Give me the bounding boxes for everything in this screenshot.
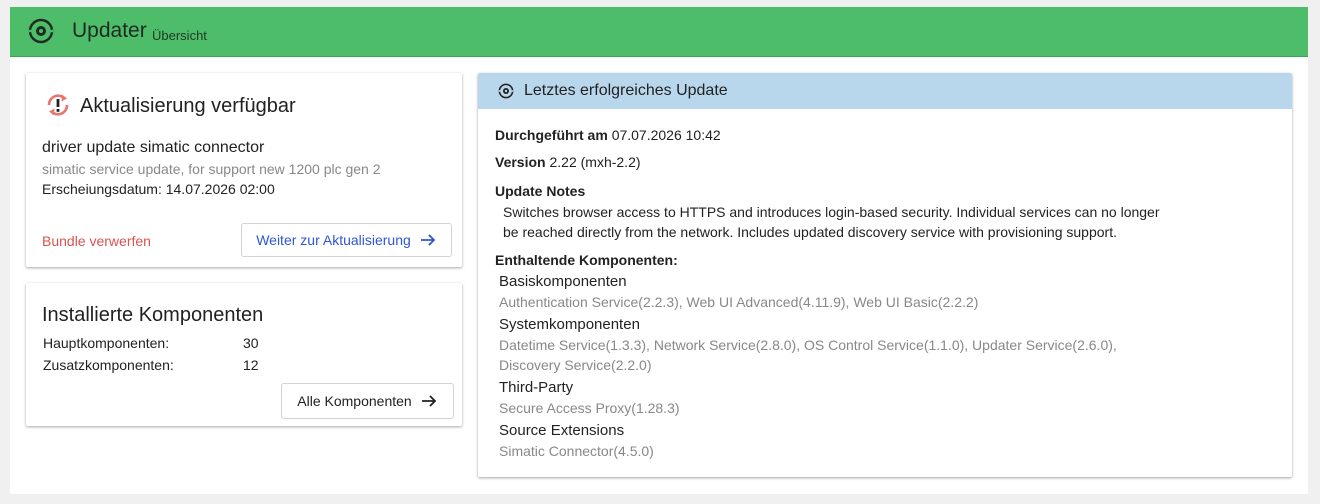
group-items-source-extensions: Simatic Connector(4.5.0) <box>499 443 654 459</box>
last-update-header: Letztes erfolgreiches Update <box>478 73 1292 109</box>
version-value: 2.22 (mxh-2.2) <box>549 154 641 170</box>
group-title-third-party: Third-Party <box>499 379 574 396</box>
performed-row: Durchgeführt am 07.07.2026 10:42 <box>495 127 721 143</box>
group-title-system: Systemkomponenten <box>499 316 640 333</box>
update-notes-text: Switches browser access to HTTPS and int… <box>503 202 1203 242</box>
app-frame: Updater Übersicht Aktualisierung verfügb… <box>10 7 1308 494</box>
all-components-button[interactable]: Alle Komponenten <box>281 383 454 419</box>
group-items-line: Datetime Service(1.3.3), Network Service… <box>499 337 1117 353</box>
installed-components-heading: Installierte Komponenten <box>42 304 264 326</box>
update-notes-label: Update Notes <box>495 183 586 199</box>
arrow-right-icon <box>421 395 436 407</box>
release-date-label: Erscheiungsdatum: <box>42 181 162 197</box>
all-components-label: Alle Komponenten <box>297 393 412 409</box>
release-date-value: 14.07.2026 02:00 <box>165 181 275 197</box>
group-title-source-extensions: Source Extensions <box>499 422 625 439</box>
available-update-heading: Aktualisierung verfügbar <box>80 95 296 117</box>
sync-alert-icon <box>47 94 69 116</box>
extra-components-row: Zusatzkomponenten: 12 <box>43 357 259 373</box>
main-components-row: Hauptkomponenten: 30 <box>43 335 259 351</box>
discard-bundle-button[interactable]: Bundle verwerfen <box>42 233 151 249</box>
main-components-label: Hauptkomponenten: <box>43 335 170 351</box>
update-description: simatic service update, for support new … <box>42 161 381 177</box>
group-items-basis: Authentication Service(2.2.3), Web UI Ad… <box>499 294 979 310</box>
continue-to-update-button[interactable]: Weiter zur Aktualisierung <box>241 223 452 257</box>
available-update-card: Aktualisierung verfügbar driver update s… <box>26 73 462 267</box>
group-title-basis: Basiskomponenten <box>499 273 627 290</box>
performed-label: Durchgeführt am <box>495 127 608 143</box>
installed-components-card: Installierte Komponenten Hauptkomponente… <box>26 283 462 426</box>
updater-logo-icon <box>28 18 54 44</box>
performed-value: 07.07.2026 10:42 <box>611 127 721 143</box>
app-subtitle: Übersicht <box>152 28 207 43</box>
update-name: driver update simatic connector <box>42 139 265 156</box>
update-notes-line: Switches browser access to HTTPS and int… <box>503 204 1160 220</box>
version-label: Version <box>495 154 546 170</box>
extra-components-count: 12 <box>243 357 259 373</box>
update-notes-line: be reached directly from the network. In… <box>503 224 1117 240</box>
main-components-count: 30 <box>243 335 259 351</box>
app-header: Updater Übersicht <box>10 7 1308 57</box>
last-update-card: Letztes erfolgreiches Update Durchgeführ… <box>478 73 1292 477</box>
last-update-heading: Letztes erfolgreiches Update <box>524 82 728 99</box>
app-title: Updater <box>72 19 147 42</box>
group-items-system: Datetime Service(1.3.3), Network Service… <box>499 335 1139 375</box>
group-items-line: Discovery Service(2.2.0) <box>499 357 652 373</box>
arrow-right-icon <box>420 234 436 246</box>
update-release-date: Erscheiungsdatum: 14.07.2026 02:00 <box>42 181 275 197</box>
group-items-third-party: Secure Access Proxy(1.28.3) <box>499 400 680 416</box>
included-components-label: Enthaltende Komponenten: <box>495 252 678 268</box>
continue-to-update-label: Weiter zur Aktualisierung <box>256 232 411 248</box>
updater-logo-icon <box>498 83 514 99</box>
extra-components-label: Zusatzkomponenten: <box>43 357 174 373</box>
version-row: Version 2.22 (mxh-2.2) <box>495 154 641 170</box>
